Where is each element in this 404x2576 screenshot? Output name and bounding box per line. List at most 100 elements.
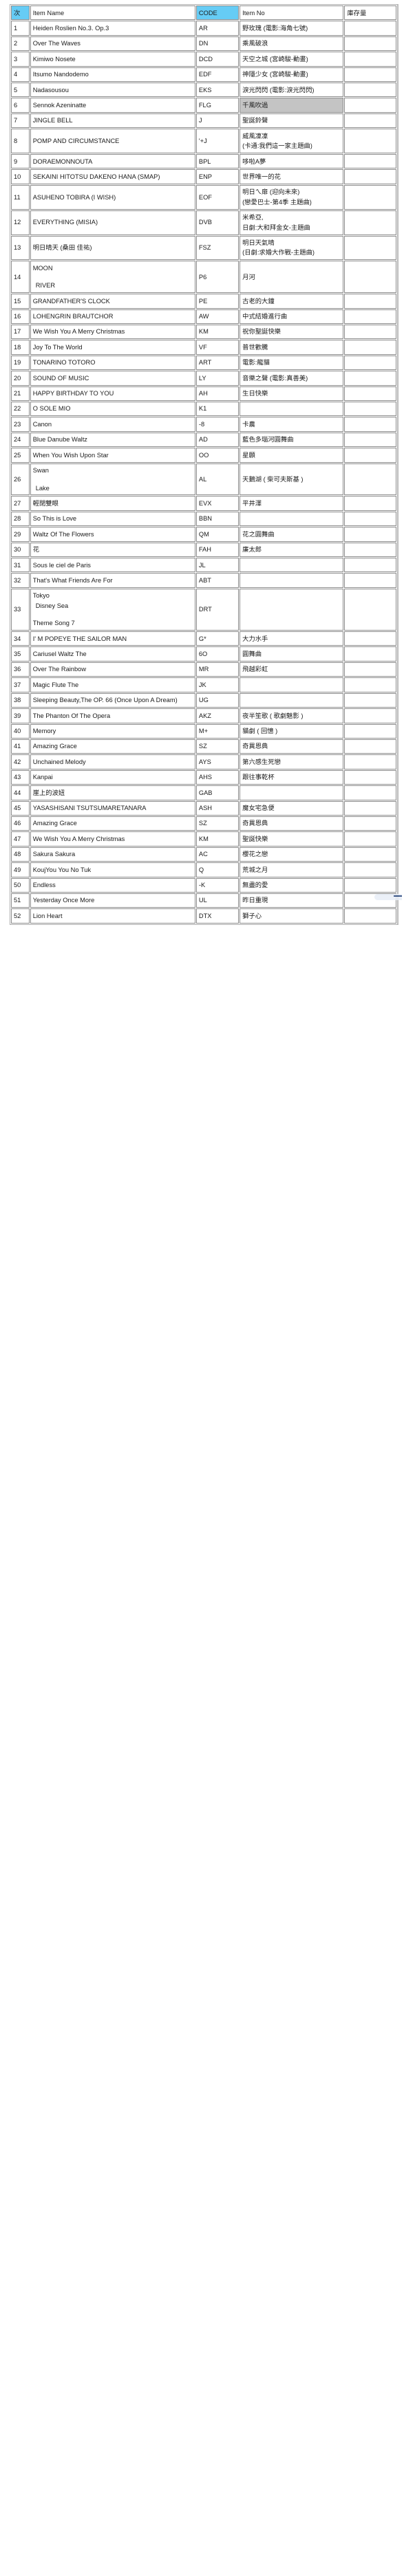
cell-code[interactable]: DVB <box>195 210 240 235</box>
cell-code[interactable]: QM <box>195 527 240 542</box>
cell-seq[interactable]: 43 <box>11 769 30 785</box>
cell-seq[interactable]: 1 <box>11 21 30 36</box>
cell-item-no[interactable]: 卡農 <box>240 417 344 432</box>
cell-seq[interactable]: 40 <box>11 723 30 739</box>
cell-code[interactable]: LY <box>195 371 240 386</box>
cell-seq[interactable]: 9 <box>11 154 30 169</box>
cell-qty[interactable] <box>344 847 396 862</box>
cell-seq[interactable]: 46 <box>11 816 30 831</box>
cell-code[interactable]: VF <box>195 340 240 355</box>
cell-qty[interactable] <box>344 662 396 677</box>
cell-item-no[interactable]: 乘風破浪 <box>240 36 344 52</box>
table-row[interactable]: 9 DORAEMONNOUTA BPL 哆啦A夢 <box>11 154 396 169</box>
cell-code[interactable]: FAH <box>195 542 240 558</box>
cell-code[interactable]: J <box>195 113 240 129</box>
cell-item-no[interactable]: 廉太郎 <box>240 542 344 558</box>
table-row[interactable]: 13 明日晴天 (桑田 佳祐) FSZ 明日天氣晴 (日劇:求婚大作戰-主題曲) <box>11 235 396 261</box>
table-row[interactable]: 34 I' M POPEYE THE SAILOR MAN G* 大力水手 <box>11 631 396 646</box>
table-row[interactable]: 48 Sakura Sakura AC 櫻花之戀 <box>11 847 396 862</box>
cell-qty[interactable] <box>344 401 396 417</box>
cell-item-name[interactable]: Heiden Roslien No.3. Op.3 <box>30 21 195 36</box>
cell-qty[interactable] <box>344 154 396 169</box>
cell-seq[interactable]: 51 <box>11 893 30 908</box>
table-row[interactable]: 5 Nadasousou EKS 淚光閃閃 (電影:淚光閃閃) <box>11 83 396 98</box>
cell-item-name[interactable]: I' M POPEYE THE SAILOR MAN <box>30 631 195 646</box>
cell-qty[interactable] <box>344 877 396 893</box>
cell-item-no[interactable] <box>240 692 344 708</box>
cell-code[interactable]: MR <box>195 662 240 677</box>
table-row[interactable]: 26 Swan Lake AL 天鵝湖 ( 柴可夫斯基 ) <box>11 463 396 496</box>
cell-code[interactable]: K1 <box>195 401 240 417</box>
cell-seq[interactable]: 52 <box>11 908 30 924</box>
cell-code[interactable]: AD <box>195 432 240 448</box>
cell-item-name[interactable]: DORAEMONNOUTA <box>30 154 195 169</box>
table-row[interactable]: 14 MOON RIVER P6 月河 <box>11 261 396 294</box>
cell-item-no[interactable]: 音樂之聲 (電影:真善美) <box>240 371 344 386</box>
cell-item-name[interactable]: Swan Lake <box>30 463 195 496</box>
cell-item-name[interactable]: That's What Friends Are For <box>30 573 195 588</box>
cell-code[interactable]: UL <box>195 893 240 908</box>
cell-qty[interactable] <box>344 463 396 496</box>
cell-item-name[interactable]: GRANDFATHER'S CLOCK <box>30 294 195 309</box>
cell-item-name[interactable]: Sous le ciel de Paris <box>30 558 195 573</box>
table-row[interactable]: 12 EVERYTHING (MISIA) DVB 米希亞, 日劇:大和拜金女-主題曲 <box>11 210 396 235</box>
table-row[interactable]: 8 POMP AND CIRCUMSTANCE '+J 威風凜凜 (卡通:我們這一家主題… <box>11 129 396 154</box>
cell-seq[interactable]: 11 <box>11 184 30 210</box>
cell-code[interactable]: -8 <box>195 417 240 432</box>
table-row[interactable]: 45 YASASHISANI TSUTSUMARETANARA ASH 魔女宅急便 <box>11 800 396 816</box>
table-row[interactable]: 1 Heiden Roslien No.3. Op.3 AR 野玫瑰 (電影:海角七號… <box>11 21 396 36</box>
table-row[interactable]: 33 Tokyo Disney Sea Theme Song 7 DRT <box>11 588 396 631</box>
cell-seq[interactable]: 15 <box>11 294 30 309</box>
cell-item-name[interactable]: Magic Flute The <box>30 677 195 692</box>
cell-qty[interactable] <box>344 511 396 527</box>
cell-seq[interactable]: 14 <box>11 261 30 294</box>
cell-item-no[interactable] <box>240 558 344 573</box>
cell-seq[interactable]: 37 <box>11 677 30 692</box>
cell-qty[interactable] <box>344 769 396 785</box>
cell-code[interactable]: AL <box>195 463 240 496</box>
cell-seq[interactable]: 48 <box>11 847 30 862</box>
cell-qty[interactable] <box>344 542 396 558</box>
cell-item-no[interactable]: 古老的大鐘 <box>240 294 344 309</box>
cell-item-no[interactable]: 中式結婚進行曲 <box>240 309 344 324</box>
cell-item-name[interactable]: SEKAINI HITOTSU DAKENO HANA (SMAP) <box>30 169 195 184</box>
cell-qty[interactable] <box>344 831 396 847</box>
cell-qty[interactable] <box>344 448 396 463</box>
cell-seq[interactable]: 13 <box>11 235 30 261</box>
cell-code[interactable]: ART <box>195 355 240 371</box>
table-row[interactable]: 31 Sous le ciel de Paris JL <box>11 558 396 573</box>
cell-code[interactable]: AC <box>195 847 240 862</box>
cell-code[interactable]: M+ <box>195 723 240 739</box>
cell-item-no[interactable]: 威風凜凜 (卡通:我們這一家主題曲) <box>240 129 344 154</box>
cell-qty[interactable] <box>344 340 396 355</box>
cell-item-no[interactable]: 荒城之月 <box>240 862 344 877</box>
cell-item-name[interactable]: Itsumo Nandodemo <box>30 67 195 83</box>
cell-item-no[interactable]: 聖誕快樂 <box>240 831 344 847</box>
table-row[interactable]: 47 We Wish You A Merry Christmas KM 聖誕快樂 <box>11 831 396 847</box>
cell-item-name[interactable]: EVERYTHING (MISIA) <box>30 210 195 235</box>
table-row[interactable]: 24 Blue Danube Waltz AD 藍色多瑙河圓舞曲 <box>11 432 396 448</box>
cell-qty[interactable] <box>344 52 396 67</box>
cell-code[interactable]: JK <box>195 677 240 692</box>
cell-item-name[interactable]: Tokyo Disney Sea Theme Song 7 <box>30 588 195 631</box>
cell-qty[interactable] <box>344 631 396 646</box>
cell-item-no[interactable]: 花之圓舞曲 <box>240 527 344 542</box>
table-row[interactable]: 21 HAPPY BIRTHDAY TO YOU AH 生日快樂 <box>11 386 396 401</box>
table-row[interactable]: 46 Amazing Grace SZ 奇異恩典 <box>11 816 396 831</box>
cell-code[interactable]: G* <box>195 631 240 646</box>
cell-code[interactable]: AKZ <box>195 708 240 723</box>
table-row[interactable]: 15 GRANDFATHER'S CLOCK PE 古老的大鐘 <box>11 294 396 309</box>
cell-qty[interactable] <box>344 129 396 154</box>
cell-seq[interactable]: 29 <box>11 527 30 542</box>
cell-qty[interactable] <box>344 309 396 324</box>
cell-item-name[interactable]: JINGLE BELL <box>30 113 195 129</box>
table-row[interactable]: 23 Canon -8 卡農 <box>11 417 396 432</box>
cell-code[interactable]: -K <box>195 877 240 893</box>
cell-seq[interactable]: 3 <box>11 52 30 67</box>
cell-qty[interactable] <box>344 371 396 386</box>
cell-item-name[interactable]: Over The Rainbow <box>30 662 195 677</box>
cell-code[interactable]: AH <box>195 386 240 401</box>
cell-seq[interactable]: 26 <box>11 463 30 496</box>
cell-seq[interactable]: 4 <box>11 67 30 83</box>
table-row[interactable]: 11 ASUHENO TOBIRA (I WISH) EOF 明日ㄟ扉 (迎向未來)(… <box>11 184 396 210</box>
